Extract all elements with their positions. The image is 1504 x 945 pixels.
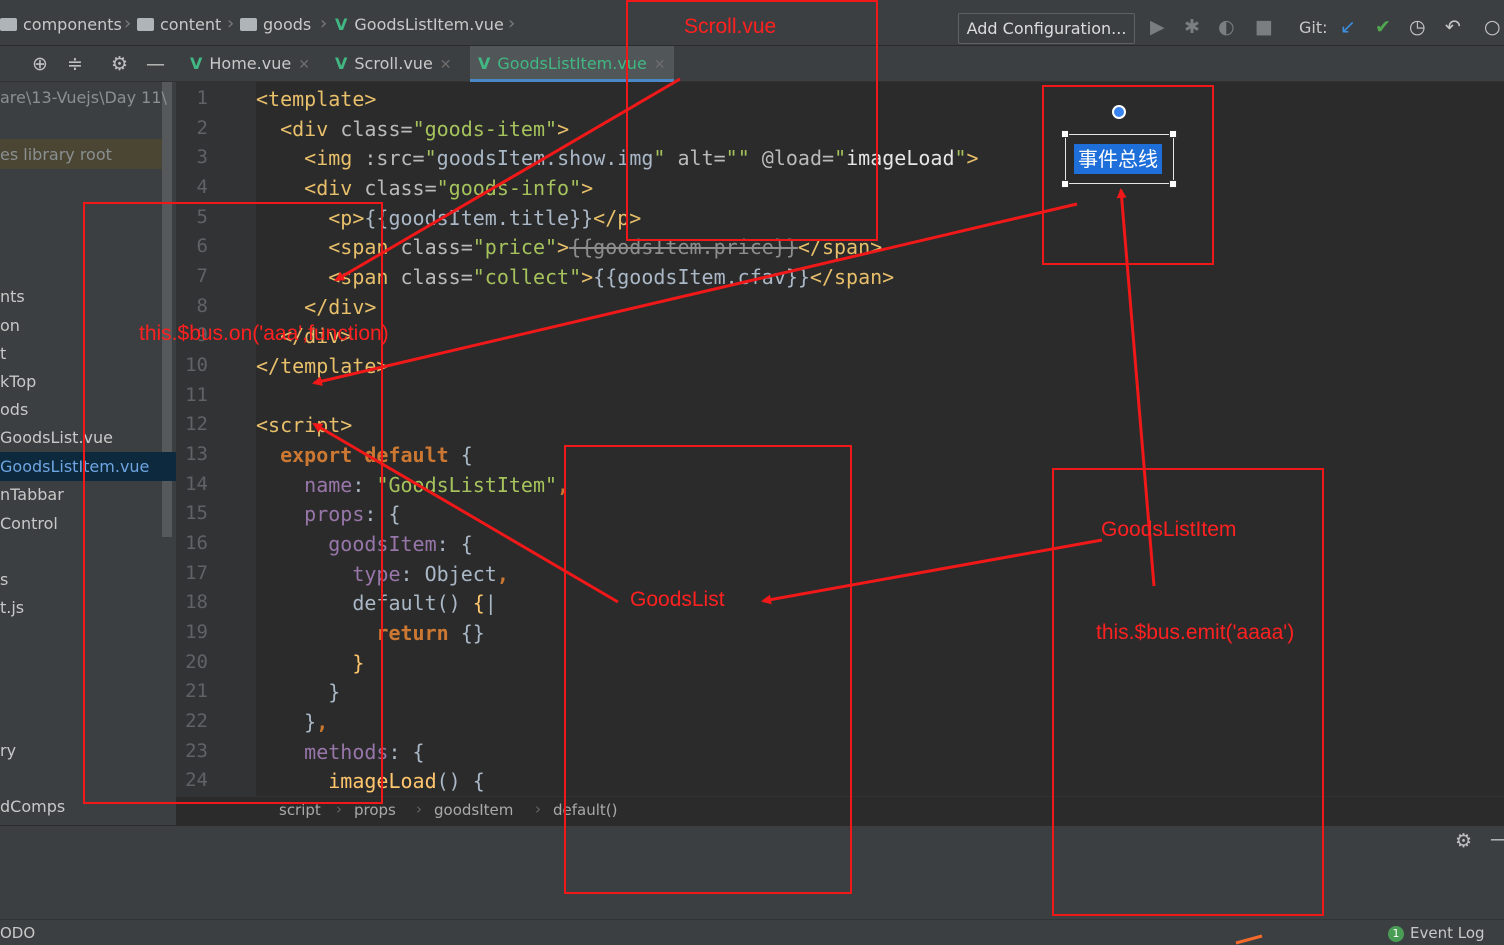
add-configuration-button[interactable]: Add Configuration... (958, 13, 1135, 44)
git-commit-icon[interactable]: ✔ (1375, 16, 1391, 38)
event-count-badge: 1 (1388, 926, 1404, 942)
tree-item[interactable]: on (0, 316, 20, 335)
tab-scroll-vue[interactable]: V Scroll.vue ✕ (327, 46, 460, 82)
run-icon[interactable]: ▶ (1150, 16, 1165, 38)
folder-icon (240, 18, 257, 31)
event-log-button[interactable]: 1 Event Log (1388, 924, 1485, 942)
tree-item[interactable]: nts (0, 287, 25, 306)
gear-icon[interactable]: ⚙ (111, 53, 128, 75)
tree-item[interactable]: dComps (0, 797, 65, 816)
breadcrumb-content[interactable]: content (137, 15, 221, 34)
collapse-icon[interactable]: ≑ (67, 53, 83, 75)
breadcrumb-separator: › (124, 13, 132, 34)
event-bus-label: 事件总线 (1074, 144, 1162, 174)
breadcrumb-separator: › (508, 13, 516, 34)
tree-item[interactable]: ry (0, 741, 16, 760)
git-update-icon[interactable]: ↙ (1340, 16, 1356, 38)
folder-icon (137, 18, 154, 31)
breadcrumb-separator: › (227, 13, 235, 34)
tree-item[interactable]: kTop (0, 372, 36, 391)
breadcrumb-file[interactable]: V GoodsListItem.vue (335, 15, 504, 34)
folder-icon (0, 18, 17, 31)
search-icon[interactable]: ○ (1484, 16, 1501, 38)
tree-item[interactable]: Control (0, 514, 58, 533)
annotation-box-left (83, 202, 383, 804)
status-bar: ODO 1 Event Log (0, 919, 1504, 945)
minimize-icon[interactable]: — (1490, 828, 1504, 850)
line-number: 2 (196, 117, 208, 139)
code-line-2: <div class="goods-item"> (280, 117, 570, 141)
close-icon[interactable]: ✕ (298, 57, 310, 73)
breadcrumb-separator: › (320, 13, 328, 34)
annotation-goodslistitem-label: GoodsListItem (1101, 518, 1237, 541)
resize-handle[interactable] (1169, 180, 1177, 188)
code-line-1: <template> (256, 87, 377, 111)
library-root-label: es library root (0, 145, 112, 164)
line-number: 1 (196, 87, 208, 109)
breadcrumb-goods[interactable]: goods (240, 15, 311, 34)
annotation-box-goodslist (564, 445, 852, 894)
project-path: are\13-Vuejs\Day 11\ (0, 88, 167, 107)
stop-icon[interactable]: ■ (1255, 16, 1273, 38)
tree-item[interactable]: t.js (0, 598, 24, 617)
vue-icon: V (335, 54, 348, 73)
vue-icon: V (478, 54, 491, 73)
annotation-bus-emit: this.$bus.emit('aaaa') (1096, 621, 1295, 644)
annotation-scroll-label: Scroll.vue (684, 15, 777, 38)
tree-item[interactable]: t (0, 344, 6, 363)
tree-item[interactable]: ods (0, 400, 28, 419)
tree-item[interactable]: s (0, 570, 8, 589)
annotation-goodslist-label: GoodsList (630, 588, 725, 611)
line-number: 3 (196, 146, 208, 168)
tree-item[interactable]: nTabbar (0, 485, 64, 504)
history-icon[interactable]: ◷ (1409, 16, 1426, 38)
vue-icon: V (335, 15, 348, 34)
minimize-icon[interactable]: — (146, 53, 165, 75)
code-crumb-goodsitem[interactable]: goodsItem (434, 801, 513, 819)
gear-icon[interactable]: ⚙ (1455, 830, 1472, 852)
git-label: Git: (1299, 18, 1328, 37)
code-line-4: <div class="goods-info"> (304, 176, 594, 200)
annotation-bus-on: this.$bus.on('aaa',function) (139, 322, 389, 345)
tab-home-vue[interactable]: V Home.vue ✕ (182, 46, 318, 82)
breadcrumb-components[interactable]: components (0, 15, 122, 34)
rotate-handle[interactable] (1112, 105, 1126, 119)
breadcrumb-separator: › (535, 800, 541, 818)
close-icon[interactable]: ✕ (440, 57, 452, 73)
resize-handle[interactable] (1169, 130, 1177, 138)
breadcrumb-separator: › (416, 800, 422, 818)
todo-tab[interactable]: ODO (0, 924, 35, 942)
target-icon[interactable]: ⊕ (32, 53, 48, 75)
rollback-icon[interactable]: ↶ (1445, 16, 1461, 38)
line-number: 4 (196, 176, 208, 198)
coverage-icon[interactable]: ◐ (1218, 16, 1235, 38)
vue-icon: V (190, 54, 203, 73)
resize-handle[interactable] (1061, 130, 1069, 138)
debug-icon[interactable]: ✱ (1184, 16, 1200, 38)
resize-handle[interactable] (1061, 180, 1069, 188)
